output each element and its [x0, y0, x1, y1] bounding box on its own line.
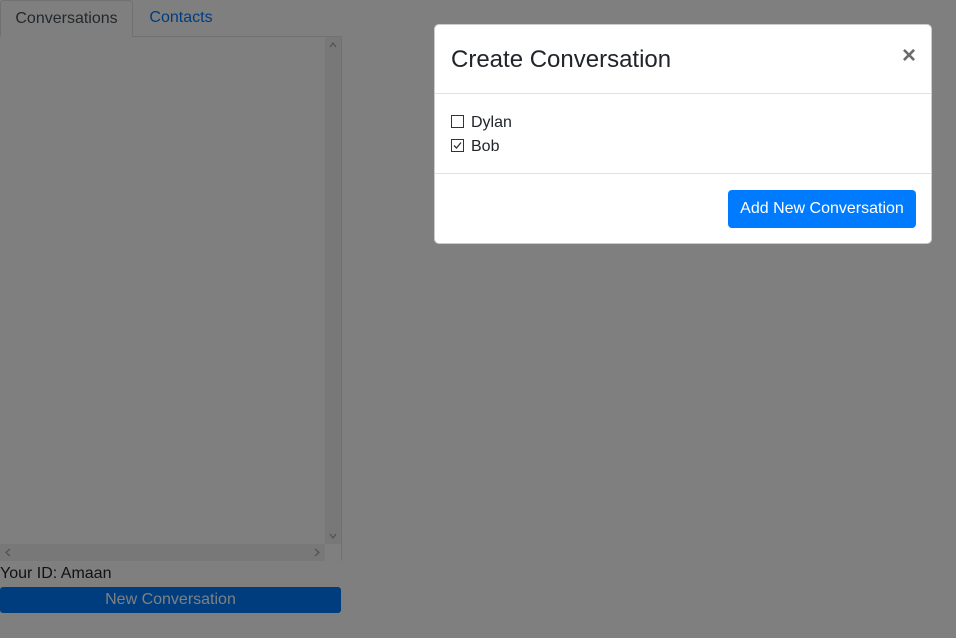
modal-title: Create Conversation	[451, 46, 672, 73]
contact-label-dylan: Dylan	[471, 114, 512, 131]
modal-body: Dylan Bob	[435, 94, 931, 174]
checkmark-icon	[453, 142, 462, 149]
modal-header: Create Conversation ×	[435, 25, 931, 94]
app-page: Conversations Contacts	[0, 0, 956, 638]
contact-label-bob: Bob	[471, 138, 500, 155]
contact-checkbox-dylan[interactable]	[451, 115, 464, 128]
modal-footer: Add New Conversation	[435, 174, 931, 243]
add-new-conversation-button[interactable]: Add New Conversation	[728, 190, 916, 228]
create-conversation-modal: Create Conversation × Dylan Bob Add New …	[434, 24, 932, 244]
contact-checkbox-bob[interactable]	[451, 139, 464, 152]
close-icon[interactable]: ×	[902, 42, 916, 70]
